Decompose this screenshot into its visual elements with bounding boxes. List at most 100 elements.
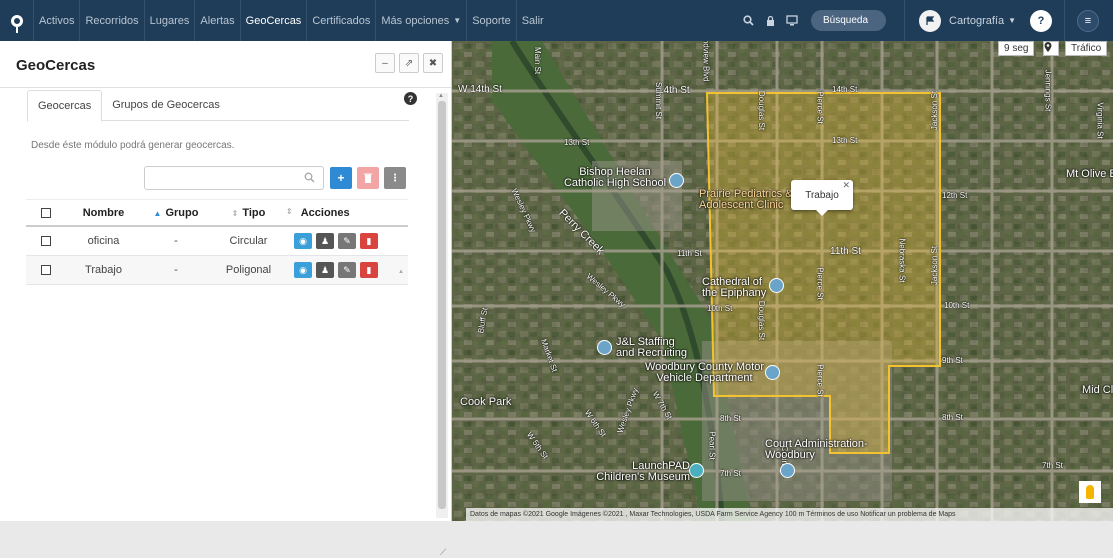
topbar-divider xyxy=(904,0,906,41)
pencil-icon[interactable]: ✎ xyxy=(338,262,356,278)
table-scroll-up-icon[interactable]: ▲ xyxy=(398,269,404,275)
panel-scrollbar[interactable]: ▲ xyxy=(436,93,448,518)
nav-recorridos[interactable]: Recorridos xyxy=(80,0,145,41)
eye-icon[interactable]: ◉ xyxy=(294,233,312,249)
street-label: Pearl St xyxy=(707,431,717,460)
header-nombre[interactable]: Nombre xyxy=(66,207,141,219)
resize-grip-icon[interactable]: ⟋ xyxy=(440,547,446,558)
street-label: Virginia St xyxy=(1095,102,1105,139)
help-icon[interactable]: ? xyxy=(1030,9,1052,32)
scroll-up-icon[interactable]: ▲ xyxy=(438,93,444,99)
minimize-button[interactable]: – xyxy=(375,53,395,73)
street-label: Nebraska St xyxy=(897,238,907,283)
caret-down-icon: ▼ xyxy=(453,16,462,25)
row-checkbox[interactable] xyxy=(26,265,66,275)
street-label: 13th St xyxy=(832,136,858,145)
cartografia-label: Cartografía xyxy=(949,14,1005,27)
nav-mas-opciones[interactable]: Más opciones ▼ xyxy=(376,0,468,41)
menu-icon[interactable]: ≡ xyxy=(1077,9,1099,32)
app-logo[interactable] xyxy=(0,0,34,41)
add-geocerca-button[interactable]: + xyxy=(330,167,352,189)
delete-selected-button[interactable] xyxy=(357,167,379,189)
poi-jl-staffing[interactable]: J&L Staffing and Recruiting xyxy=(616,337,696,359)
tooltip-label: Trabajo xyxy=(805,189,839,201)
bottom-strip xyxy=(0,521,1113,527)
nav-alertas[interactable]: Alertas xyxy=(195,0,241,41)
nav-soporte[interactable]: Soporte xyxy=(467,0,517,41)
help-icon[interactable]: ? xyxy=(404,92,417,105)
close-icon[interactable]: ✖ xyxy=(423,53,443,73)
nav-salir[interactable]: Salir xyxy=(517,0,549,41)
scrollbar-thumb[interactable] xyxy=(438,101,446,509)
busqueda-button[interactable]: Búsqueda xyxy=(811,10,887,31)
trash-icon[interactable]: ▮ xyxy=(360,262,378,278)
header-tipo[interactable]: ⇕ Tipo xyxy=(211,207,286,219)
street-label: Main St xyxy=(533,46,543,75)
table-row[interactable]: oficina - Circular ◉ ♟ ✎ ▮ xyxy=(26,227,408,256)
checkbox[interactable] xyxy=(41,236,51,246)
tab-grupos-geocercas[interactable]: Grupos de Geocercas xyxy=(102,90,230,121)
close-icon[interactable]: ✕ xyxy=(842,180,850,191)
poi-mid-cl[interactable]: Mid Cl xyxy=(1082,384,1113,396)
checkbox[interactable] xyxy=(41,265,51,275)
street-label: 11th St xyxy=(677,249,702,258)
poi-prairie-pediatrics[interactable]: Prairie Pediatrics & Adolescent Clinic xyxy=(699,189,799,211)
street-view-pegman[interactable] xyxy=(1079,481,1101,503)
poi-school-pin[interactable] xyxy=(669,173,684,188)
panel-title: GeoCercas xyxy=(16,57,96,74)
header-grupo[interactable]: ▲ Grupo xyxy=(141,207,211,219)
panel-tabs: Geocercas Grupos de Geocercas xyxy=(27,90,409,122)
cartografia-dropdown[interactable]: Cartografía ▼ xyxy=(949,15,1016,27)
poi-mt-olive[interactable]: Mt Olive B xyxy=(1066,168,1113,180)
street-label: 7th St xyxy=(720,469,741,478)
caret-down-icon: ▼ xyxy=(1008,16,1016,25)
nav-geocercas[interactable]: GeoCercas xyxy=(241,0,308,41)
lock-icon[interactable] xyxy=(759,0,781,41)
header-grupo-label: Grupo xyxy=(165,206,199,219)
search-input[interactable] xyxy=(144,166,324,190)
users-icon[interactable]: ♟ xyxy=(316,262,334,278)
logo-pin-icon xyxy=(10,14,23,33)
pencil-icon[interactable]: ✎ xyxy=(338,233,356,249)
poi-motor-vehicle[interactable]: Woodbury County Motor Vehicle Department xyxy=(642,362,767,384)
poi-cook-park[interactable]: Cook Park xyxy=(460,396,511,408)
street-label: W 14th St xyxy=(458,84,502,95)
table-row[interactable]: Trabajo - Poligonal ◉ ♟ ✎ ▮ xyxy=(26,256,408,285)
checkbox[interactable] xyxy=(41,207,51,218)
poi-court-admin[interactable]: Court Administration-Woodbury xyxy=(765,439,895,461)
topbar-tools: Búsqueda Cartografía ▼ ? ≡ xyxy=(737,0,1113,41)
poi-bishop-heelan[interactable]: Bishop Heelan Catholic High School xyxy=(560,167,670,189)
popout-icon[interactable]: ⇗ xyxy=(399,53,419,73)
user-icon[interactable]: ♟ xyxy=(316,233,334,249)
poi-motor-vehicle-pin[interactable] xyxy=(765,365,780,380)
eye-icon[interactable]: ◉ xyxy=(294,262,312,278)
nav-lugares[interactable]: Lugares xyxy=(145,0,196,41)
poi-museum-pin[interactable] xyxy=(689,463,704,478)
street-label: Douglas St xyxy=(757,90,767,131)
street-label: Grandview Blvd xyxy=(701,41,711,82)
refresh-interval-select[interactable]: 9 seg xyxy=(998,41,1035,56)
nav-certificados[interactable]: Certificados xyxy=(307,0,377,41)
poi-court-pin[interactable] xyxy=(780,463,795,478)
street-label: 11th St xyxy=(830,246,861,257)
poi-launchpad[interactable]: LaunchPAD Children's Museum xyxy=(590,461,690,483)
traffic-toggle[interactable]: Tráfico xyxy=(1065,41,1108,56)
more-options-button[interactable]: ⋮ xyxy=(384,167,406,189)
tab-geocercas[interactable]: Geocercas xyxy=(27,90,103,122)
nav-activos[interactable]: Activos xyxy=(34,0,81,41)
satellite-map[interactable]: 9 seg Tráfico W 14th St 14th St 14th St … xyxy=(452,41,1113,521)
header-acciones[interactable]: ⇕ Acciones xyxy=(286,207,396,219)
row-checkbox[interactable] xyxy=(26,236,66,246)
monitor-icon[interactable] xyxy=(781,0,803,41)
poi-staffing-pin[interactable] xyxy=(597,340,612,355)
header-nombre-label: Nombre xyxy=(82,206,125,219)
street-label: Jennings St xyxy=(1043,69,1053,112)
search-icon xyxy=(304,172,315,186)
sort-icon: ⇕ xyxy=(231,208,239,218)
location-pin-button[interactable] xyxy=(1043,41,1059,56)
flag-icon[interactable] xyxy=(919,9,942,32)
select-all-checkbox[interactable] xyxy=(26,207,66,218)
poi-cathedral[interactable]: Cathedral of the Epiphany xyxy=(702,277,772,299)
trash-icon[interactable]: ▮ xyxy=(360,233,378,249)
search-icon[interactable] xyxy=(737,0,759,41)
